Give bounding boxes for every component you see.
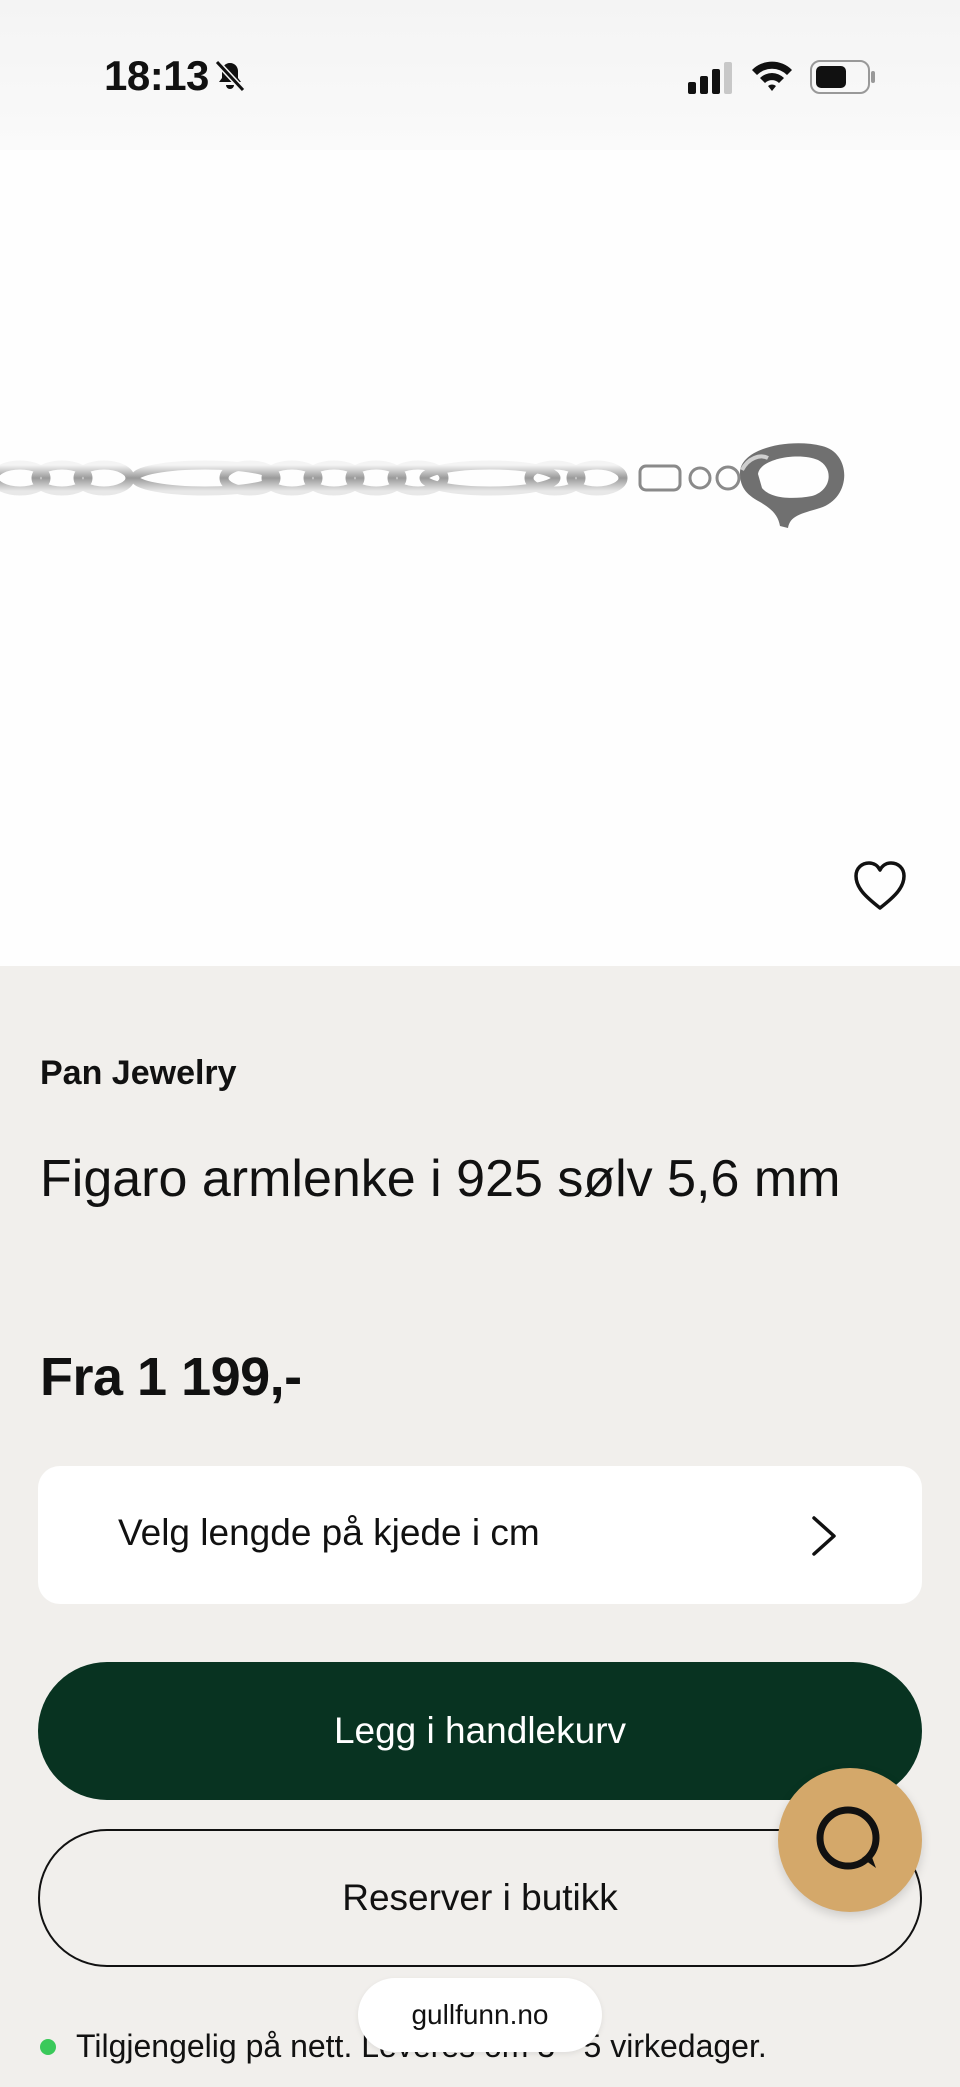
- in-stock-dot-icon: [40, 2038, 56, 2055]
- browser-url-pill[interactable]: gullfunn.no: [358, 1978, 602, 2052]
- length-selector-label: Velg lengde på kjede i cm: [118, 1512, 540, 1553]
- product-title: Figaro armlenke i 925 sølv 5,6 mm: [40, 1150, 841, 1208]
- status-bar: 18:13: [0, 0, 960, 150]
- signal-icon: [688, 62, 732, 94]
- chevron-right-icon: [812, 1516, 836, 1556]
- length-selector[interactable]: Velg lengde på kjede i cm: [38, 1466, 922, 1604]
- status-time: 18:13: [104, 52, 209, 99]
- chat-bubble-icon: [816, 1806, 880, 1870]
- chat-button[interactable]: [778, 1768, 922, 1912]
- heart-icon[interactable]: [852, 860, 908, 912]
- battery-icon: [810, 60, 875, 94]
- figaro-chain-image: [0, 443, 845, 528]
- wifi-icon: [752, 61, 792, 91]
- product-brand[interactable]: Pan Jewelry: [40, 1054, 237, 1093]
- bell-slash-icon: [214, 59, 246, 93]
- product-price: Fra 1 199,-: [40, 1347, 302, 1407]
- add-to-cart-button[interactable]: Legg i handlekurv: [38, 1662, 922, 1800]
